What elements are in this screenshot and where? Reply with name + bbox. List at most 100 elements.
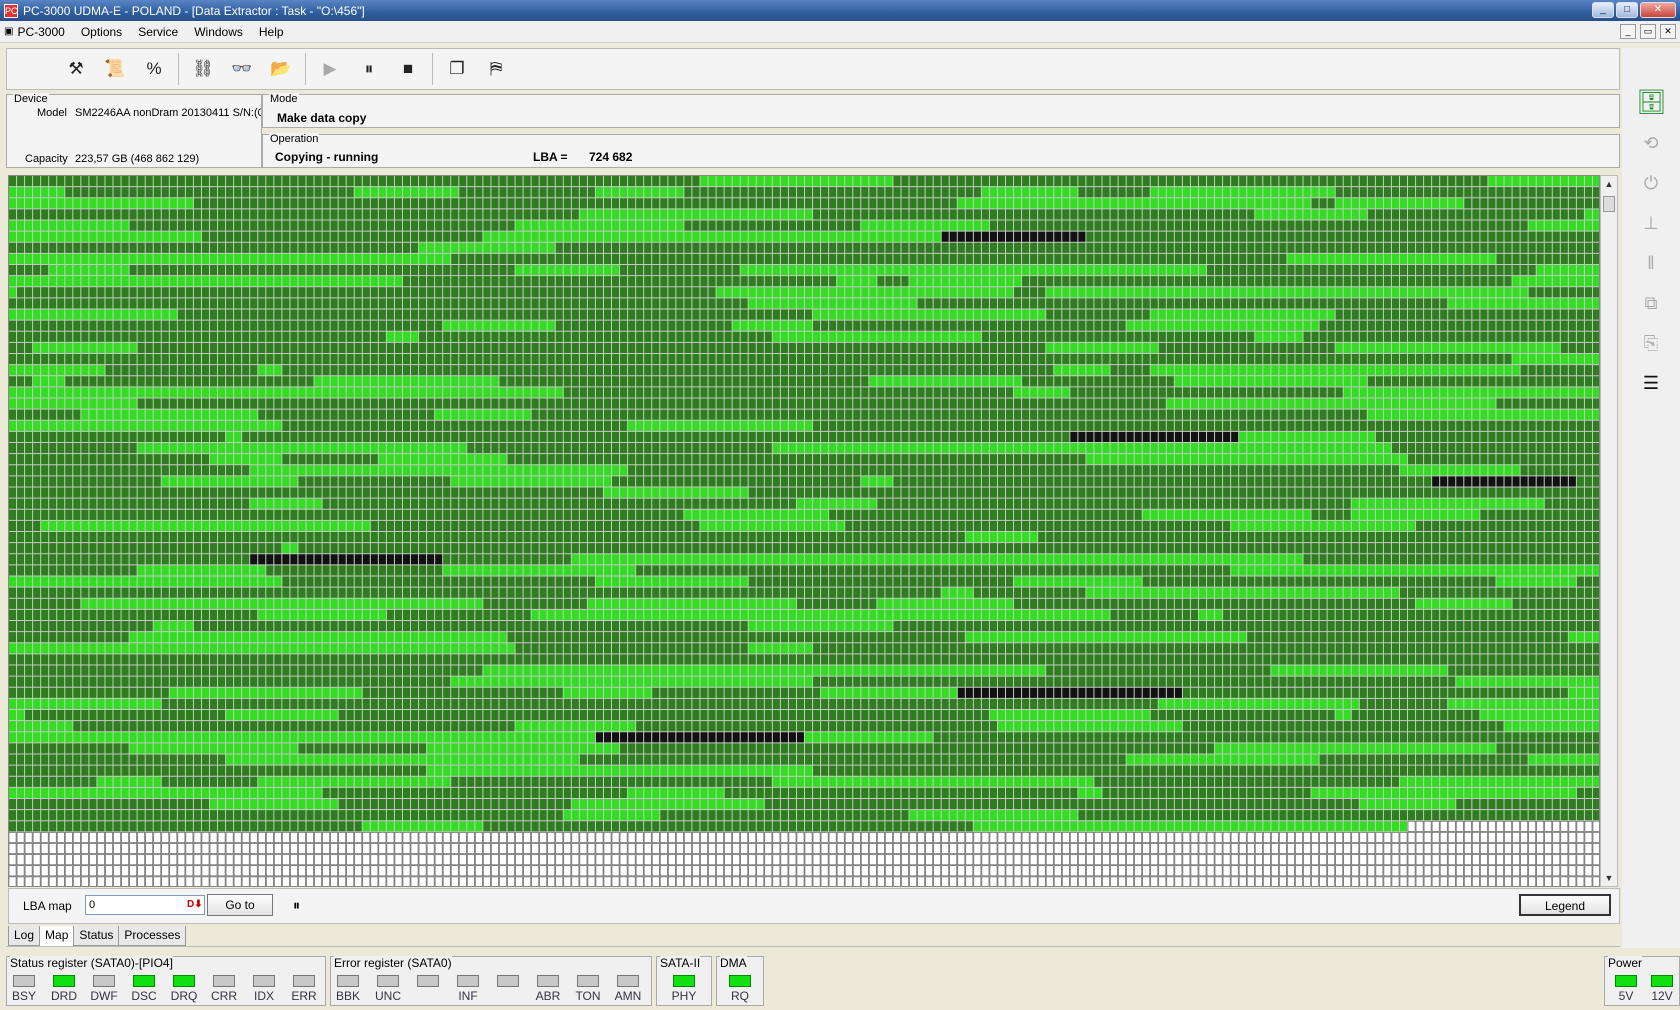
operation-panel: Operation Copying - running LBA = 724 68… — [262, 133, 1620, 168]
map-block — [145, 387, 153, 398]
menu-item-options[interactable]: Options — [73, 25, 130, 39]
map-block — [708, 409, 716, 420]
map-block — [234, 342, 242, 354]
map-block — [282, 242, 290, 253]
map-block — [322, 387, 330, 398]
map-block — [1592, 398, 1599, 409]
mdi-close-button[interactable]: ✕ — [1660, 24, 1676, 39]
map-block — [17, 354, 25, 365]
map-block — [394, 331, 402, 342]
binoculars-button[interactable]: 👓 — [227, 54, 257, 84]
map-block — [25, 187, 33, 198]
map-block — [97, 420, 105, 431]
map-block — [491, 187, 499, 198]
map-block — [700, 420, 708, 431]
map-block — [443, 420, 451, 431]
map-block — [1207, 342, 1215, 354]
map-block — [901, 265, 909, 276]
map-block — [1223, 242, 1231, 253]
map-block — [290, 187, 298, 198]
map-block — [129, 209, 137, 220]
map-block — [1022, 231, 1030, 242]
map-block — [981, 409, 989, 420]
lba-map-grid[interactable] — [8, 175, 1600, 887]
map-block — [185, 198, 193, 209]
map-block — [877, 209, 885, 220]
map-block — [113, 342, 121, 354]
tools-button[interactable]: ⚒ — [61, 54, 91, 84]
minimize-button[interactable]: _ — [1592, 2, 1614, 18]
map-block — [1367, 176, 1375, 187]
map-block — [411, 420, 419, 431]
close-button[interactable]: ✕ — [1640, 2, 1676, 18]
map-block — [933, 420, 941, 431]
map-block — [901, 276, 909, 287]
map-block — [917, 409, 925, 420]
map-block — [1319, 331, 1327, 342]
map-block — [394, 220, 402, 231]
map-block — [1408, 220, 1416, 231]
map-block — [314, 320, 322, 331]
map-block — [1399, 253, 1408, 265]
map-block — [49, 253, 57, 265]
map-block — [1166, 242, 1174, 253]
mdi-restore-button[interactable]: ▭ — [1640, 24, 1656, 39]
map-block — [579, 309, 587, 320]
map-block — [1038, 398, 1046, 409]
map-block — [1520, 320, 1528, 331]
map-block — [1207, 331, 1215, 342]
menu-item-windows[interactable]: Windows — [186, 25, 251, 39]
map-block — [1416, 354, 1424, 365]
stop-button[interactable]: ■ — [393, 54, 423, 84]
scroll-button[interactable]: 📜 — [100, 54, 130, 84]
folder-open-button[interactable]: 📂 — [266, 54, 296, 84]
map-block — [25, 220, 33, 231]
map-block — [531, 320, 539, 331]
tree-button[interactable]: ⛓ — [188, 54, 218, 84]
map-block — [210, 220, 218, 231]
map-block — [692, 376, 700, 387]
map-block — [97, 287, 105, 298]
map-block — [298, 198, 306, 209]
map-block — [845, 253, 853, 265]
map-block — [724, 187, 732, 198]
map-block — [587, 198, 595, 209]
map-block — [1536, 331, 1544, 342]
map-block — [692, 387, 700, 398]
map-block — [491, 376, 499, 387]
mdi-minimize-button[interactable]: _ — [1620, 24, 1636, 39]
maximize-button[interactable]: □ — [1616, 2, 1638, 18]
pause-button[interactable]: ⏸ — [354, 54, 384, 84]
map-block — [1327, 187, 1335, 198]
map-block — [957, 443, 965, 454]
binoculars-icon: 👓 — [231, 59, 253, 78]
map-block — [1416, 443, 1424, 454]
map-block — [1295, 331, 1303, 342]
map-block — [1512, 376, 1520, 387]
exit-button[interactable]: ⛿ — [481, 54, 511, 84]
map-block — [1496, 198, 1504, 209]
map-block — [1014, 331, 1022, 342]
map-block — [1552, 209, 1560, 220]
map-block — [829, 309, 837, 320]
map-block — [603, 287, 612, 298]
play-button[interactable]: ▶ — [315, 54, 345, 84]
map-block — [1239, 298, 1247, 309]
menu-item-help[interactable]: Help — [251, 25, 292, 39]
map-block — [652, 409, 660, 420]
menu-item-pc3000[interactable]: ▣ PC-3000 — [0, 25, 73, 39]
map-block — [877, 431, 885, 443]
map-block — [1335, 320, 1343, 331]
map-block — [997, 342, 1006, 354]
map-block — [427, 187, 435, 198]
map-block — [539, 253, 547, 265]
percent-doc-button[interactable]: % — [139, 54, 169, 84]
map-block — [756, 231, 764, 242]
map-block — [1223, 276, 1231, 287]
map-block — [1408, 209, 1416, 220]
menu-item-service[interactable]: Service — [130, 25, 186, 39]
map-block — [314, 354, 322, 365]
map-block — [1054, 253, 1062, 265]
map-block — [65, 198, 73, 209]
copy-windows-button[interactable]: ❐ — [442, 54, 472, 84]
